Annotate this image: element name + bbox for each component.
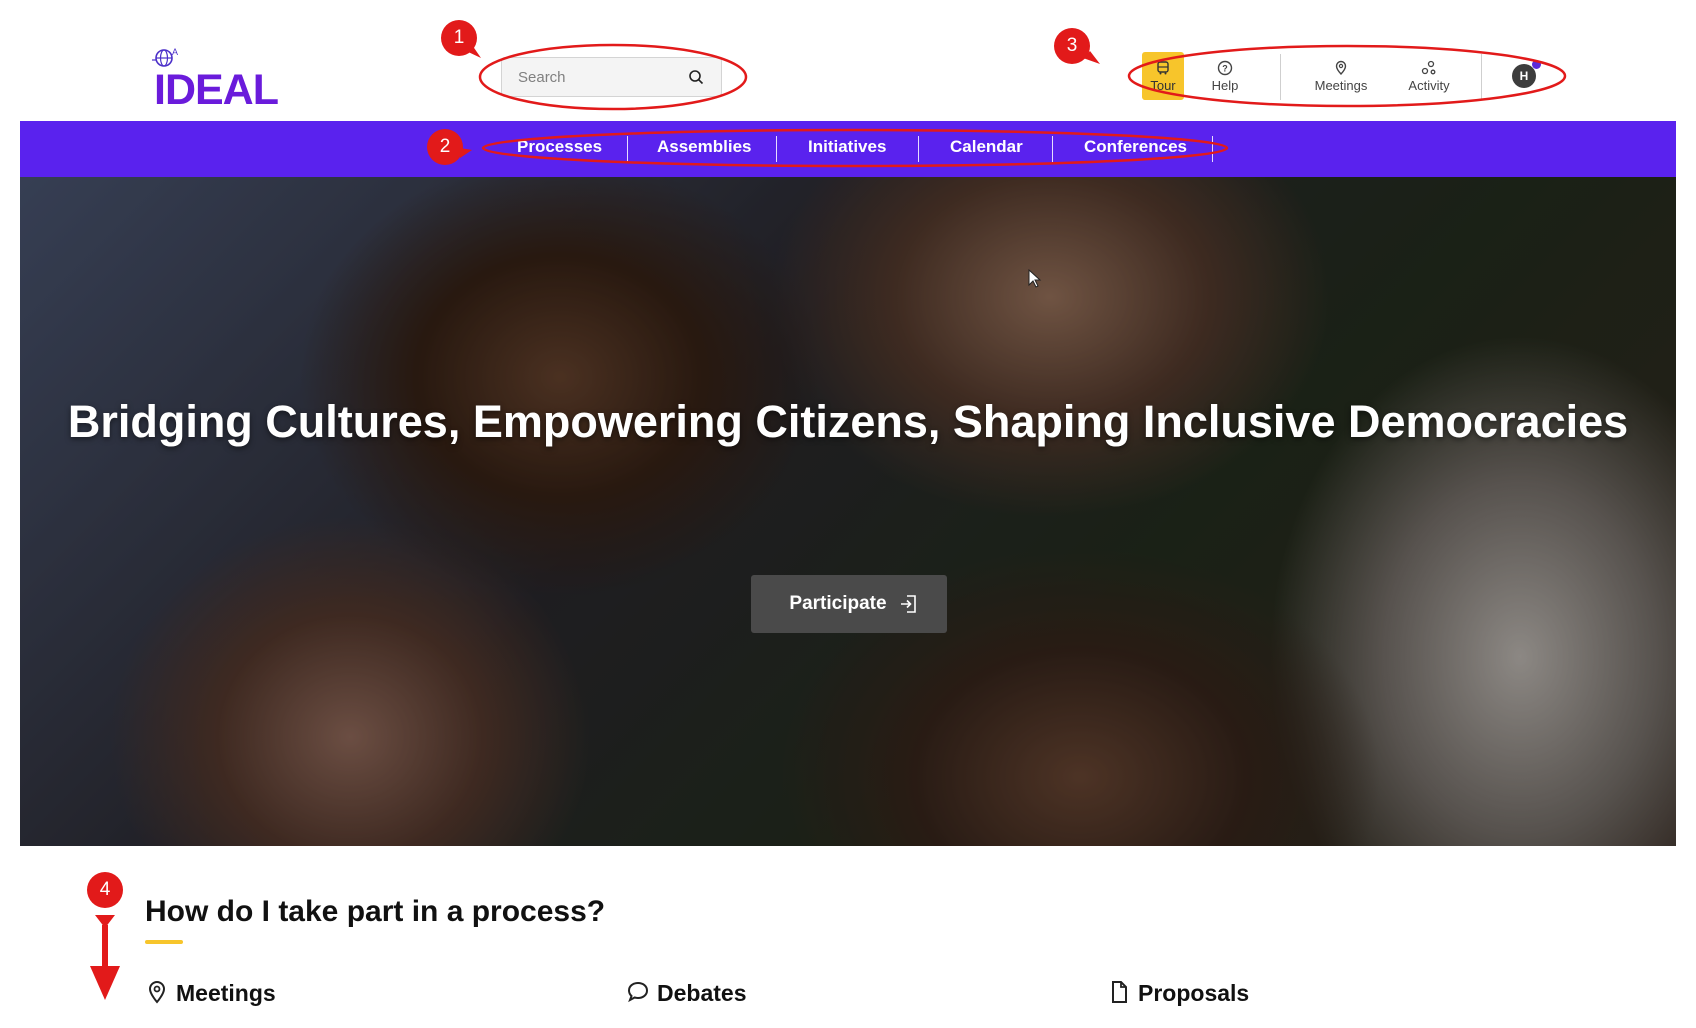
- svg-text:A: A: [172, 47, 178, 57]
- activity-icon: [1421, 60, 1436, 75]
- speech-bubble-icon: [627, 981, 649, 1003]
- hero-banner: Bridging Cultures, Empowering Citizens, …: [20, 177, 1676, 846]
- bus-icon: [1157, 61, 1169, 75]
- search-box: [501, 57, 722, 97]
- help-label: Help: [1211, 78, 1239, 93]
- feature-debates[interactable]: Debates: [627, 980, 746, 1007]
- question-circle-icon: ?: [1217, 60, 1233, 76]
- annotation-badge-2: 2: [427, 129, 463, 165]
- annotation-badge-3: 3: [1054, 28, 1090, 64]
- nav-conferences[interactable]: Conferences: [1084, 137, 1187, 157]
- notification-dot: [1532, 60, 1541, 69]
- svg-text:?: ?: [1222, 64, 1228, 74]
- annotation-badge-1: 1: [441, 20, 477, 56]
- nav-divider: [918, 136, 919, 162]
- hero-title: Bridging Cultures, Empowering Citizens, …: [67, 396, 1629, 447]
- help-button[interactable]: ? Help: [1200, 52, 1250, 100]
- participate-button[interactable]: Participate: [751, 575, 947, 633]
- annotation-badge-4: 4: [87, 872, 123, 908]
- map-pin-icon: [148, 980, 166, 1004]
- activity-label: Activity: [1408, 78, 1450, 93]
- nav-divider: [627, 136, 628, 162]
- meetings-button[interactable]: Meetings: [1309, 52, 1373, 100]
- search-icon[interactable]: [688, 69, 705, 86]
- toolbar-divider: [1280, 54, 1281, 100]
- nav-divider: [1212, 136, 1213, 162]
- nav-assemblies[interactable]: Assemblies: [657, 137, 752, 157]
- participate-label: Participate: [789, 593, 887, 614]
- section-title: How do I take part in a process?: [145, 895, 606, 928]
- feature-label: Meetings: [176, 980, 276, 1006]
- logo[interactable]: A IDEAL: [152, 44, 302, 114]
- logo-wordmark: IDEAL: [154, 66, 279, 114]
- main-navigation: Processes Assemblies Initiatives Calenda…: [20, 121, 1676, 177]
- map-pin-icon: [1335, 60, 1347, 76]
- nav-divider: [1052, 136, 1053, 162]
- feature-proposals[interactable]: Proposals: [1108, 980, 1249, 1007]
- hero-image-overlay: [20, 177, 1676, 846]
- nav-processes[interactable]: Processes: [517, 137, 602, 157]
- feature-meetings[interactable]: Meetings: [146, 980, 276, 1007]
- section-title-underline: [145, 940, 183, 944]
- feature-label: Proposals: [1138, 980, 1250, 1006]
- search-input[interactable]: [502, 58, 688, 96]
- toolbar-divider: [1481, 54, 1482, 100]
- nav-calendar[interactable]: Calendar: [950, 137, 1023, 157]
- activity-button[interactable]: Activity: [1399, 52, 1459, 100]
- nav-initiatives[interactable]: Initiatives: [808, 137, 886, 157]
- mouse-cursor-icon: [1028, 269, 1042, 288]
- site-header: A IDEAL Tour ? Help: [0, 0, 1696, 121]
- meetings-label: Meetings: [1314, 78, 1368, 93]
- document-icon: [1112, 981, 1127, 1003]
- tour-button[interactable]: Tour: [1142, 52, 1184, 100]
- feature-label: Debates: [657, 980, 747, 1006]
- nav-divider: [776, 136, 777, 162]
- tour-label: Tour: [1150, 78, 1176, 93]
- sign-in-icon: [901, 595, 916, 613]
